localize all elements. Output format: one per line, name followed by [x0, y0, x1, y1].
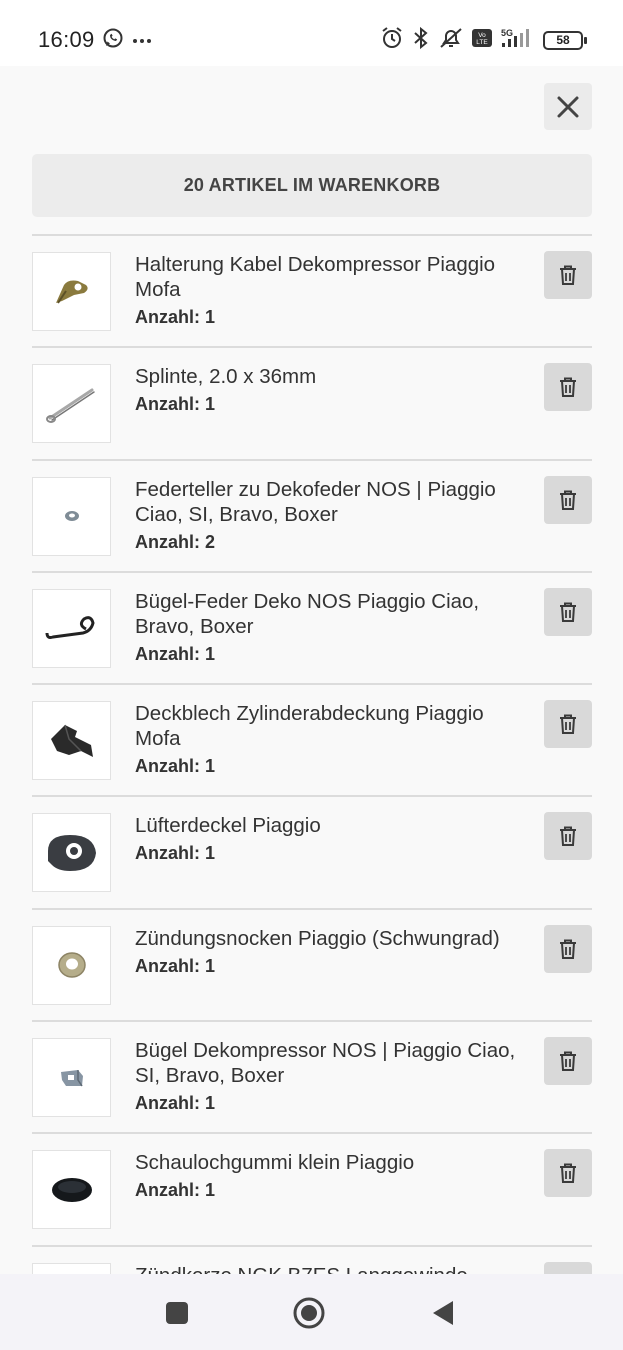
bluetooth-icon — [411, 26, 431, 55]
product-thumbnail[interactable] — [32, 925, 111, 1005]
spring-washer-image — [64, 511, 79, 522]
product-title[interactable]: Schaulochgummi klein Piaggio — [135, 1151, 414, 1174]
product-thumbnail[interactable] — [32, 1262, 111, 1274]
back-icon — [433, 1301, 453, 1325]
battery-icon: 58 — [543, 31, 587, 50]
status-time: 16:09 — [38, 27, 95, 52]
product-title[interactable]: Zündungsnocken Piaggio (Schwungrad) — [135, 927, 500, 950]
home-icon — [293, 1297, 325, 1329]
remove-item-button[interactable] — [544, 924, 592, 973]
product-thumbnail[interactable] — [32, 1038, 111, 1118]
volte-icon: Vo LTE — [471, 28, 493, 53]
cart-item-list: Halterung Kabel Dekompressor Piaggio Mof… — [32, 234, 592, 1274]
mute-icon — [438, 26, 464, 55]
quantity-label: Anzahl: 1 — [135, 843, 216, 864]
quantity-label: Anzahl: 1 — [135, 955, 216, 976]
recents-icon — [166, 1302, 188, 1324]
quantity-label: Anzahl: 1 — [135, 643, 216, 664]
cart-item: Zündungsnocken Piaggio (Schwungrad) Anza… — [32, 907, 592, 1020]
cotter-pin-image — [45, 388, 95, 423]
product-title[interactable]: Bügel Dekompressor NOS | Piaggio Ciao, S… — [135, 1039, 515, 1087]
product-thumbnail[interactable] — [32, 252, 111, 331]
cart-item: Bügel-Feder Deko NOS Piaggio Ciao, Bravo… — [32, 570, 592, 683]
product-title[interactable]: Deckblech Zylinderabdeckung Piaggio Mofa — [135, 702, 484, 750]
fan-cover-image — [47, 834, 96, 871]
cart-count-header: 20 ARTIKEL IM WARENKORB — [32, 154, 592, 217]
svg-text:Vo: Vo — [478, 32, 486, 39]
rubber-plug-image — [51, 1177, 92, 1202]
bracket-image — [55, 280, 88, 304]
quantity-label: Anzahl: 1 — [135, 756, 216, 777]
trash-icon — [560, 1163, 576, 1184]
product-title[interactable]: Splinte, 2.0 x 36mm — [135, 365, 316, 388]
cover-plate-image — [50, 724, 93, 757]
product-thumbnail[interactable] — [32, 1150, 111, 1230]
trash-icon — [560, 377, 576, 398]
svg-text:5G: 5G — [501, 28, 513, 38]
product-title[interactable]: Bügel-Feder Deko NOS Piaggio Ciao, Bravo… — [135, 590, 479, 638]
remove-item-button[interactable] — [544, 1149, 592, 1198]
remove-item-button[interactable] — [544, 1037, 592, 1086]
cart-item: Deckblech Zylinderabdeckung Piaggio Mofa… — [32, 683, 592, 795]
product-thumbnail[interactable] — [32, 813, 111, 893]
trash-icon — [560, 1051, 576, 1072]
whatsapp-icon — [102, 27, 124, 54]
trash-icon — [560, 714, 576, 735]
quantity-label: Anzahl: 1 — [135, 307, 216, 327]
cart-item: Schaulochgummi klein Piaggio Anzahl: 1 — [32, 1132, 592, 1244]
system-navigation-bar — [0, 1274, 623, 1350]
cart-item: Bügel Dekompressor NOS | Piaggio Ciao, S… — [32, 1020, 592, 1132]
home-button[interactable] — [292, 1296, 326, 1330]
back-button[interactable] — [426, 1296, 460, 1330]
product-title[interactable]: Federteller zu Dekofeder NOS | Piaggio C… — [135, 478, 496, 526]
quantity-label: Anzahl: 1 — [135, 1180, 216, 1201]
product-title[interactable]: Halterung Kabel Dekompressor Piaggio Mof… — [135, 253, 495, 301]
trash-icon — [560, 490, 576, 510]
remove-item-button[interactable] — [544, 475, 592, 524]
product-title[interactable]: Lüfterdeckel Piaggio — [135, 814, 321, 837]
trash-icon — [560, 265, 576, 285]
recents-button[interactable] — [160, 1296, 194, 1330]
trash-icon — [560, 602, 576, 622]
cart-item: Splinte, 2.0 x 36mm Anzahl: 1 — [32, 346, 592, 458]
status-bar: 16:09 Vo LTE 5G 58 — [0, 0, 623, 66]
close-button[interactable] — [544, 83, 592, 130]
product-thumbnail[interactable] — [32, 476, 111, 556]
cart-item: Halterung Kabel Dekompressor Piaggio Mof… — [32, 234, 592, 346]
cart-item: Federteller zu Dekofeder NOS | Piaggio C… — [32, 458, 592, 571]
more-icon — [132, 32, 152, 50]
cart-item: Zündkerze NGK B7ES Langgewinde — [32, 1244, 592, 1274]
trash-icon — [560, 939, 576, 959]
remove-item-button[interactable] — [544, 251, 592, 299]
quantity-label: Anzahl: 2 — [135, 531, 216, 552]
wire-spring-image — [45, 616, 95, 640]
close-icon — [557, 96, 579, 117]
alarm-icon — [380, 26, 404, 55]
product-title[interactable]: Zündkerze NGK B7ES Langgewinde — [135, 1264, 468, 1274]
clip-image — [60, 1069, 83, 1086]
product-thumbnail[interactable] — [32, 588, 111, 668]
quantity-label: Anzahl: 1 — [135, 394, 216, 415]
cam-ring-image — [57, 952, 86, 979]
remove-item-button[interactable] — [544, 700, 592, 749]
remove-item-button[interactable] — [544, 363, 592, 412]
product-thumbnail[interactable] — [32, 701, 111, 781]
quantity-label: Anzahl: 1 — [135, 1093, 216, 1114]
cart-item: Lüfterdeckel Piaggio Anzahl: 1 — [32, 795, 592, 907]
signal-5g-icon: 5G — [500, 27, 536, 54]
trash-icon — [560, 826, 576, 847]
product-thumbnail[interactable] — [32, 364, 111, 444]
svg-text:LTE: LTE — [476, 39, 488, 46]
remove-item-button[interactable] — [544, 1261, 592, 1274]
remove-item-button[interactable] — [544, 587, 592, 636]
remove-item-button[interactable] — [544, 812, 592, 861]
